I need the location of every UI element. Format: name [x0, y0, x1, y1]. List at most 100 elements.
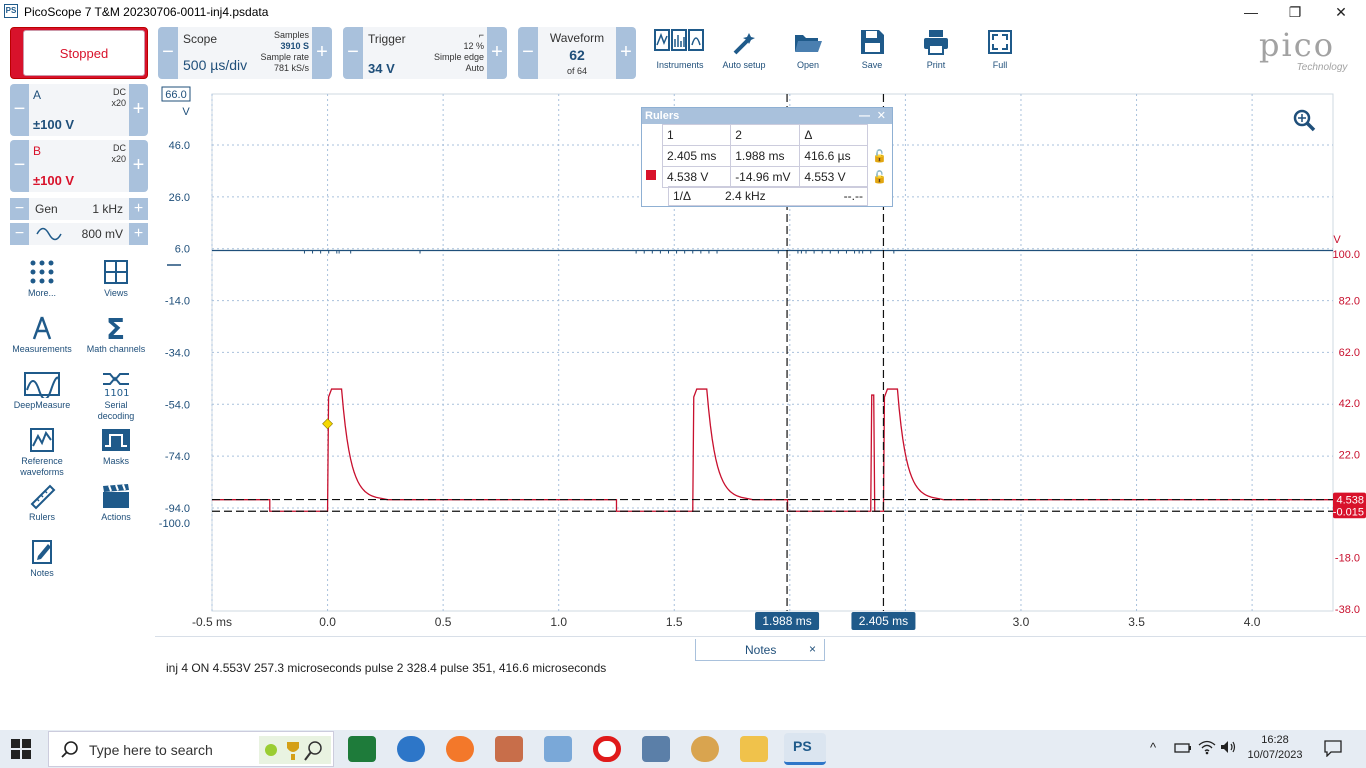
- wifi-icon[interactable]: [1198, 739, 1216, 755]
- full-label: Full: [992, 60, 1008, 70]
- rising-edge-icon[interactable]: ⌐: [414, 30, 484, 41]
- volume-icon[interactable]: [1220, 740, 1236, 754]
- taskbar-app-icon[interactable]: [544, 736, 572, 762]
- more-button[interactable]: More...: [11, 258, 73, 299]
- gen-freq-decrease[interactable]: −: [10, 198, 29, 220]
- math-channels-button[interactable]: Σ Math channels: [85, 314, 147, 355]
- clock[interactable]: 16:28 10/07/2023: [1240, 733, 1310, 763]
- taskbar-search-box[interactable]: Type here to search: [48, 731, 334, 767]
- notes-tab[interactable]: Notes ×: [695, 639, 825, 661]
- trigger-mode[interactable]: Auto: [414, 63, 484, 74]
- channel-a-coupling[interactable]: DC: [96, 87, 126, 98]
- rulers-panel-header[interactable]: Rulers — ✕: [642, 108, 892, 124]
- waveform-index[interactable]: 62: [538, 47, 616, 63]
- masks-button[interactable]: Masks: [85, 426, 147, 467]
- gen-freq-increase[interactable]: +: [129, 198, 148, 220]
- notes-text[interactable]: inj 4 ON 4.553V 257.3 microseconds pulse…: [166, 661, 606, 675]
- notes-label: Notes: [30, 568, 54, 578]
- right-tick-label: -38.0: [1335, 604, 1360, 616]
- file-explorer-icon[interactable]: [740, 736, 768, 762]
- sine-wave-icon[interactable]: [36, 227, 62, 241]
- taskbar-app-icon[interactable]: [397, 736, 425, 762]
- trigger-type[interactable]: Simple edge: [414, 52, 484, 63]
- notes-tab-close-icon[interactable]: ×: [809, 642, 816, 656]
- notes-button[interactable]: Notes: [11, 538, 73, 579]
- close-icon[interactable]: ✕: [877, 108, 886, 124]
- open-button[interactable]: Open: [778, 27, 838, 79]
- serial-decoding-button[interactable]: 1101 Serial decoding: [85, 370, 147, 422]
- print-button[interactable]: Print: [906, 27, 966, 79]
- windows-start-icon[interactable]: [10, 738, 32, 760]
- views-button[interactable]: Views: [85, 258, 147, 299]
- zoom-icon[interactable]: [1293, 109, 1316, 132]
- folder-open-icon: [795, 35, 822, 52]
- full-screen-button[interactable]: Full: [970, 27, 1030, 79]
- rulers-panel-title: Rulers: [645, 110, 680, 122]
- waveform-next-button[interactable]: +: [616, 27, 636, 79]
- channel-a-block: − A ±100 V DC x20 +: [10, 84, 148, 136]
- trigger-level[interactable]: 34 V: [368, 61, 395, 76]
- ruler-frequency: 2.4 kHz: [725, 189, 766, 203]
- paint-icon[interactable]: [691, 736, 719, 762]
- notification-icon[interactable]: [1324, 739, 1342, 757]
- taskbar-app-icon[interactable]: [495, 736, 523, 762]
- minimize-icon[interactable]: —: [859, 108, 870, 124]
- x-tick-label: -0.5 ms: [192, 615, 232, 629]
- channel-a-range-increase[interactable]: +: [129, 84, 148, 136]
- channel-b-range-increase[interactable]: +: [129, 140, 148, 192]
- gen-amp-decrease[interactable]: −: [10, 223, 29, 245]
- search-icon: [61, 741, 78, 758]
- taskbar-app-icon[interactable]: [348, 736, 376, 762]
- samples-value[interactable]: 3910 S: [249, 41, 309, 52]
- deepmeasure-button[interactable]: DeepMeasure: [11, 370, 73, 411]
- channel-a-name[interactable]: A: [33, 88, 41, 102]
- gen-amplitude[interactable]: 800 mV: [82, 227, 123, 241]
- battery-icon[interactable]: [1174, 741, 1192, 755]
- picoscope-taskbar-icon[interactable]: PS: [784, 733, 826, 765]
- sigma-icon: Σ: [106, 314, 125, 342]
- voltage-ruler-label: -0.015: [1333, 506, 1364, 518]
- timebase-increase-button[interactable]: +: [312, 27, 332, 79]
- channel-b-coupling[interactable]: DC: [96, 143, 126, 154]
- minimize-button[interactable]: —: [1236, 2, 1266, 22]
- views-icon: [104, 260, 128, 284]
- right-tick-label: 82.0: [1339, 295, 1360, 307]
- tray-chevron-icon[interactable]: ^: [1150, 740, 1156, 755]
- lock-icon[interactable]: 🔓: [868, 146, 892, 167]
- right-tick-label: 22.0: [1339, 450, 1360, 462]
- lock-icon[interactable]: 🔓: [868, 167, 892, 188]
- run-stop-button[interactable]: Stopped: [10, 27, 148, 79]
- rulers-panel[interactable]: Rulers — ✕ 1 2 Δ 2.405 ms 1.988 ms 416.6…: [641, 107, 893, 207]
- timebase-decrease-button[interactable]: −: [158, 27, 178, 79]
- trigger-increase-button[interactable]: +: [487, 27, 507, 79]
- gen-amp-increase[interactable]: +: [129, 223, 148, 245]
- rulers-button[interactable]: Rulers: [11, 482, 73, 523]
- instruments-button[interactable]: Instruments: [650, 27, 710, 79]
- waveform-prev-button[interactable]: −: [518, 27, 538, 79]
- channel-b-range[interactable]: ±100 V: [33, 173, 74, 188]
- timebase-value[interactable]: 500 µs/div: [183, 57, 247, 73]
- measurements-button[interactable]: Measurements: [11, 314, 73, 355]
- time-ruler-1: 2.405 ms: [661, 145, 732, 167]
- channel-a-probe[interactable]: x20: [96, 98, 126, 109]
- actions-button[interactable]: Actions: [85, 482, 147, 523]
- channel-b-name[interactable]: B: [33, 144, 41, 158]
- trigger-marker[interactable]: [322, 418, 333, 430]
- restore-button[interactable]: ❐: [1280, 2, 1310, 22]
- auto-setup-button[interactable]: Auto setup: [714, 27, 774, 79]
- channel-a-range-decrease[interactable]: −: [10, 84, 29, 136]
- gen-frequency[interactable]: 1 kHz: [92, 202, 123, 216]
- scope-block: − Scope 500 µs/div Samples 3910 S Sample…: [158, 27, 332, 79]
- opera-icon[interactable]: [593, 736, 621, 762]
- channel-b-probe[interactable]: x20: [96, 154, 126, 165]
- reference-waveforms-button[interactable]: Reference waveforms: [11, 426, 73, 478]
- trigger-decrease-button[interactable]: −: [343, 27, 363, 79]
- firefox-icon[interactable]: [446, 736, 474, 762]
- left-tick-label: -34.0: [165, 347, 190, 359]
- channel-a-range[interactable]: ±100 V: [33, 117, 74, 132]
- taskbar-app-icon[interactable]: [642, 736, 670, 762]
- search-highlight-icon: [259, 736, 331, 764]
- close-button[interactable]: ✕: [1326, 2, 1356, 22]
- save-button[interactable]: Save: [842, 27, 902, 79]
- channel-b-range-decrease[interactable]: −: [10, 140, 29, 192]
